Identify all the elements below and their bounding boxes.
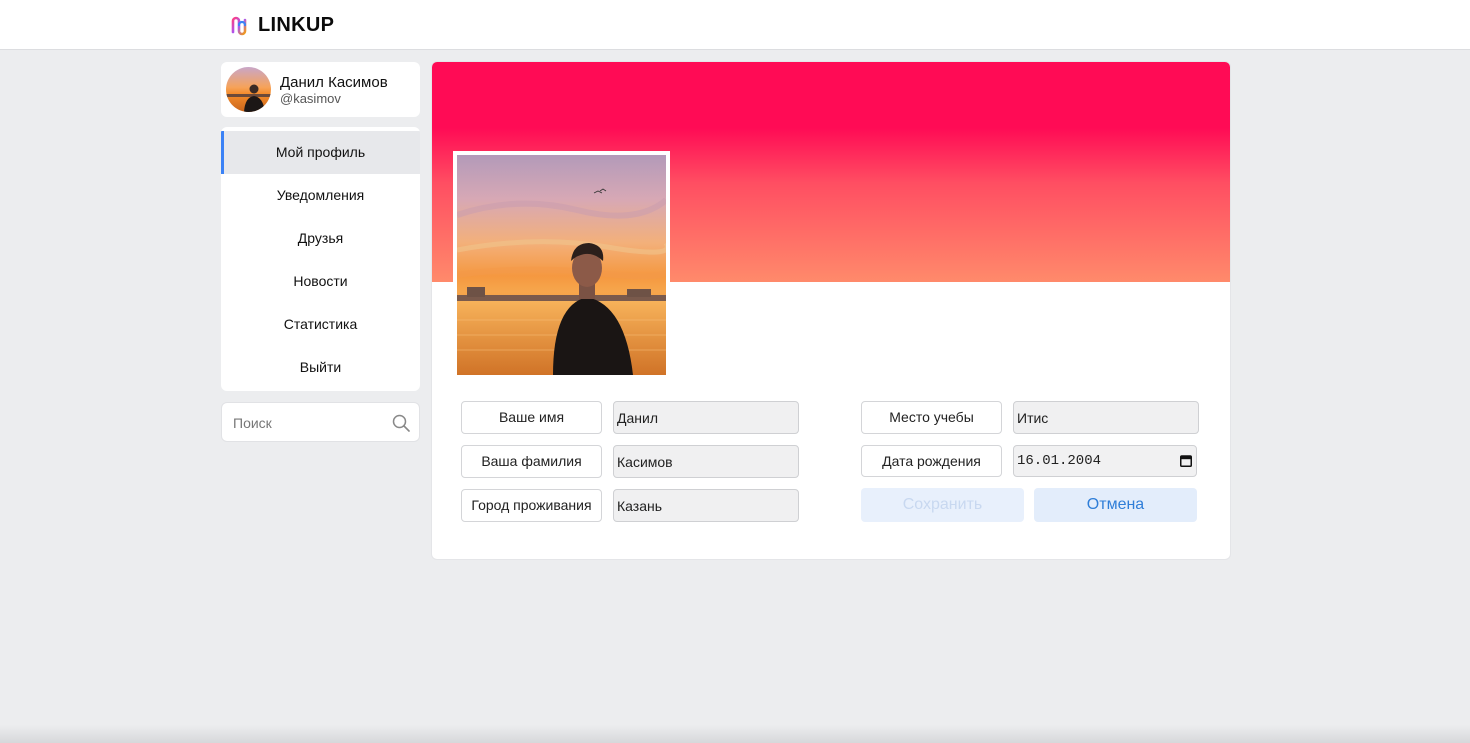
birthday-input[interactable] xyxy=(1013,445,1197,477)
sidebar-item-logout[interactable]: Выйти xyxy=(221,346,420,389)
top-bar: LINKUP xyxy=(0,0,1470,50)
study-place-label[interactable]: Место учебы xyxy=(861,401,1002,434)
sidebar-item-notifications[interactable]: Уведомления xyxy=(221,174,420,217)
search-input[interactable] xyxy=(231,411,385,435)
profile-main-panel: Ваше имя Ваша фамилия Город проживания М… xyxy=(431,61,1231,560)
last-name-label[interactable]: Ваша фамилия xyxy=(461,445,602,478)
sidebar-item-statistics[interactable]: Статистика xyxy=(221,303,420,346)
city-label[interactable]: Город проживания xyxy=(461,489,602,522)
avatar[interactable] xyxy=(226,67,271,112)
sidebar-item-friends[interactable]: Друзья xyxy=(221,217,420,260)
calendar-icon[interactable] xyxy=(1180,454,1192,467)
last-name-input[interactable] xyxy=(613,445,799,478)
bottom-shadow xyxy=(0,725,1470,743)
sidebar-nav: Мой профиль Уведомления Друзья Новости С… xyxy=(221,127,420,391)
birthday-label[interactable]: Дата рождения xyxy=(861,445,1002,477)
profile-card[interactable]: Данил Касимов @kasimov xyxy=(221,62,420,117)
logo[interactable]: LINKUP xyxy=(229,14,334,37)
first-name-label[interactable]: Ваше имя xyxy=(461,401,602,434)
profile-handle: @kasimov xyxy=(280,91,341,106)
study-place-input[interactable] xyxy=(1013,401,1199,434)
linkup-logo-icon xyxy=(231,16,247,35)
sidebar-item-my-profile[interactable]: Мой профиль xyxy=(221,131,420,174)
search-box xyxy=(221,402,420,442)
avatar-photo xyxy=(226,67,271,112)
profile-photo-image xyxy=(457,155,666,375)
first-name-input[interactable] xyxy=(613,401,799,434)
sidebar-item-news[interactable]: Новости xyxy=(221,260,420,303)
save-button[interactable]: Сохранить xyxy=(861,488,1024,522)
search-icon[interactable] xyxy=(392,414,410,432)
logo-text: LINKUP xyxy=(258,14,335,36)
cancel-button[interactable]: Отмена xyxy=(1034,488,1197,522)
city-input[interactable] xyxy=(613,489,799,522)
profile-photo[interactable] xyxy=(453,151,670,375)
profile-name: Данил Касимов xyxy=(280,74,388,91)
